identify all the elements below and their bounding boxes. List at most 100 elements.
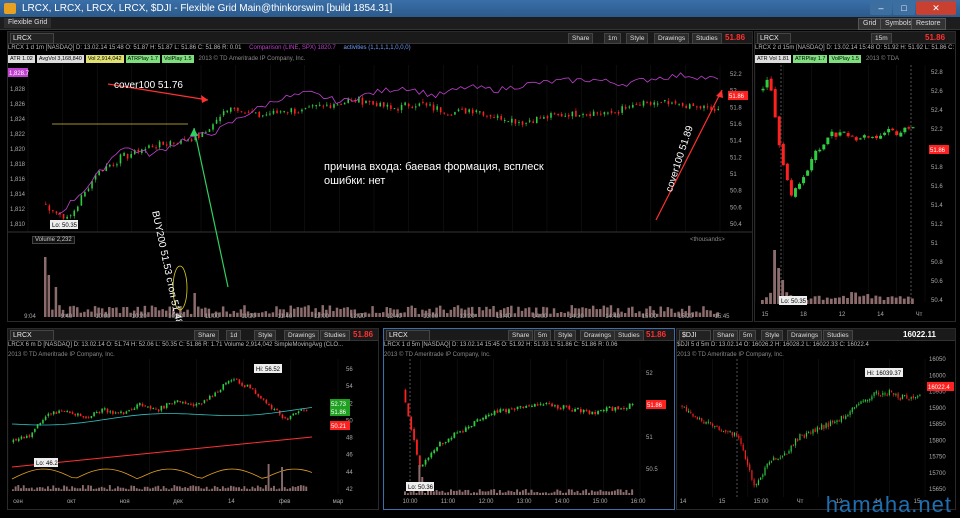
main-volume-bar: [563, 312, 566, 317]
main-left-axis-label: 1,822: [10, 132, 26, 138]
maximize-button[interactable]: □: [893, 1, 915, 15]
bl-volume-bar: [55, 487, 57, 491]
bm-candle: [528, 405, 530, 407]
bl-volume-bar: [98, 487, 100, 491]
br-candle: [866, 399, 869, 401]
main-candle: [656, 103, 659, 105]
main-candle: [155, 147, 157, 149]
main-candle: [69, 215, 72, 217]
main-volume-bar: [164, 310, 168, 317]
bm-x-axis-label: 15:00: [592, 499, 608, 505]
bl-volume-bar: [170, 488, 173, 491]
main-volume-bar: [474, 313, 477, 317]
right-volume-bar: [761, 299, 764, 304]
bm-chart-canvas[interactable]: 5251.55150.551.86Lo: 50.3610:0011:0012:0…: [384, 329, 674, 509]
br-candle: [821, 424, 823, 430]
bl-candle: [184, 401, 187, 404]
bm-volume-bar: [519, 491, 522, 495]
flexible-grid-tab[interactable]: Flexible Grid: [4, 18, 52, 28]
br-candle: [864, 399, 866, 402]
bl-candle: [281, 414, 284, 419]
main-candle: [123, 152, 125, 156]
bl-volume-bar: [79, 488, 82, 491]
bl-candle: [117, 412, 120, 414]
bm-volume-bar: [573, 492, 576, 495]
main-candle: [603, 112, 606, 115]
right-volume-bar: [850, 292, 853, 304]
right-axis-label: 52.2: [931, 127, 943, 133]
main-volume-bar: [125, 307, 129, 317]
main-candle: [240, 111, 243, 113]
main-x-axis-label: 12:40: [387, 314, 403, 320]
bm-candle: [617, 406, 620, 410]
right-lo-label: Lo: 50.35: [781, 299, 807, 305]
grid-button[interactable]: Grid: [858, 18, 882, 30]
right-volume-bar: [854, 292, 858, 304]
bm-volume-bar: [613, 490, 616, 495]
bl-candle: [300, 409, 303, 411]
bl-candle: [28, 435, 31, 437]
bm-volume-bar: [424, 492, 427, 495]
bl-chart-canvas[interactable]: 565452504846444252.7351.8650.21Hi: 56.52…: [8, 329, 378, 509]
br-candle: [768, 462, 770, 465]
main-candle: [706, 106, 709, 108]
br-candle: [716, 426, 718, 428]
bm-price-tag: 51.86: [647, 403, 663, 409]
bl-volume-bar: [28, 488, 31, 491]
main-price-tag: 51.86: [729, 94, 745, 100]
bl-volume-bar: [146, 486, 149, 491]
minimize-button[interactable]: –: [870, 1, 892, 15]
bl-candle: [254, 389, 257, 394]
bl-volume-bar: [189, 485, 192, 491]
main-candle: [361, 97, 364, 105]
br-candle: [742, 444, 744, 451]
right-candle: [862, 135, 866, 138]
bl-volume-bar: [116, 486, 119, 491]
main-volume-bar: [293, 308, 296, 317]
main-volume-bar: [627, 307, 630, 317]
window-titlebar: LRCX, LRCX, LRCX, LRCX, $DJI - Flexible …: [0, 0, 960, 17]
main-volume-bar: [189, 313, 193, 317]
main-volume-bar: [595, 309, 598, 317]
window-title: LRCX, LRCX, LRCX, LRCX, $DJI - Flexible …: [22, 3, 393, 14]
main-candle: [258, 111, 261, 118]
bm-volume-bar: [510, 491, 513, 495]
bm-candle: [467, 426, 470, 429]
restore-button[interactable]: Restore: [911, 18, 946, 30]
main-volume-bar: [225, 311, 228, 317]
main-volume-bar: [296, 307, 300, 317]
br-chart-canvas[interactable]: 1605016000159501590015850158001575015700…: [677, 329, 955, 509]
bl-sma-slow-tag: 50.21: [331, 424, 347, 430]
br-candle: [832, 420, 834, 423]
bm-candle: [548, 403, 551, 405]
bl-volume-bar: [14, 486, 17, 491]
close-button[interactable]: ✕: [916, 1, 956, 15]
main-candle: [340, 104, 342, 106]
bl-volume-bar: [200, 488, 203, 491]
bm-candle: [410, 417, 413, 430]
main-right-axis-label: 51: [730, 172, 737, 178]
bl-candle: [268, 403, 270, 405]
main-candle: [699, 106, 702, 109]
right-chart-canvas[interactable]: 52.852.652.452.25251.851.651.451.25150.8…: [755, 32, 955, 321]
br-candle: [880, 395, 882, 397]
bl-candle: [179, 400, 181, 403]
main-volume-bar: [406, 306, 410, 317]
main-volume-bar: [449, 309, 453, 317]
main-candle: [514, 119, 517, 124]
bm-x-axis-label: 11:00: [441, 499, 456, 505]
main-candle: [411, 106, 414, 108]
right-candle: [781, 143, 785, 166]
main-volume-bar: [371, 306, 374, 317]
bl-volume-bar: [254, 488, 257, 491]
bm-candle: [510, 408, 513, 410]
main-volume-bar: [623, 313, 627, 317]
main-candle: [262, 115, 264, 117]
bm-volume-bar: [582, 490, 585, 495]
bl-volume-bar: [273, 485, 275, 491]
right-candle: [883, 132, 887, 135]
main-candle: [518, 122, 520, 124]
bl-candle: [265, 399, 268, 404]
main-candle: [109, 164, 111, 167]
bl-candle: [152, 408, 155, 410]
